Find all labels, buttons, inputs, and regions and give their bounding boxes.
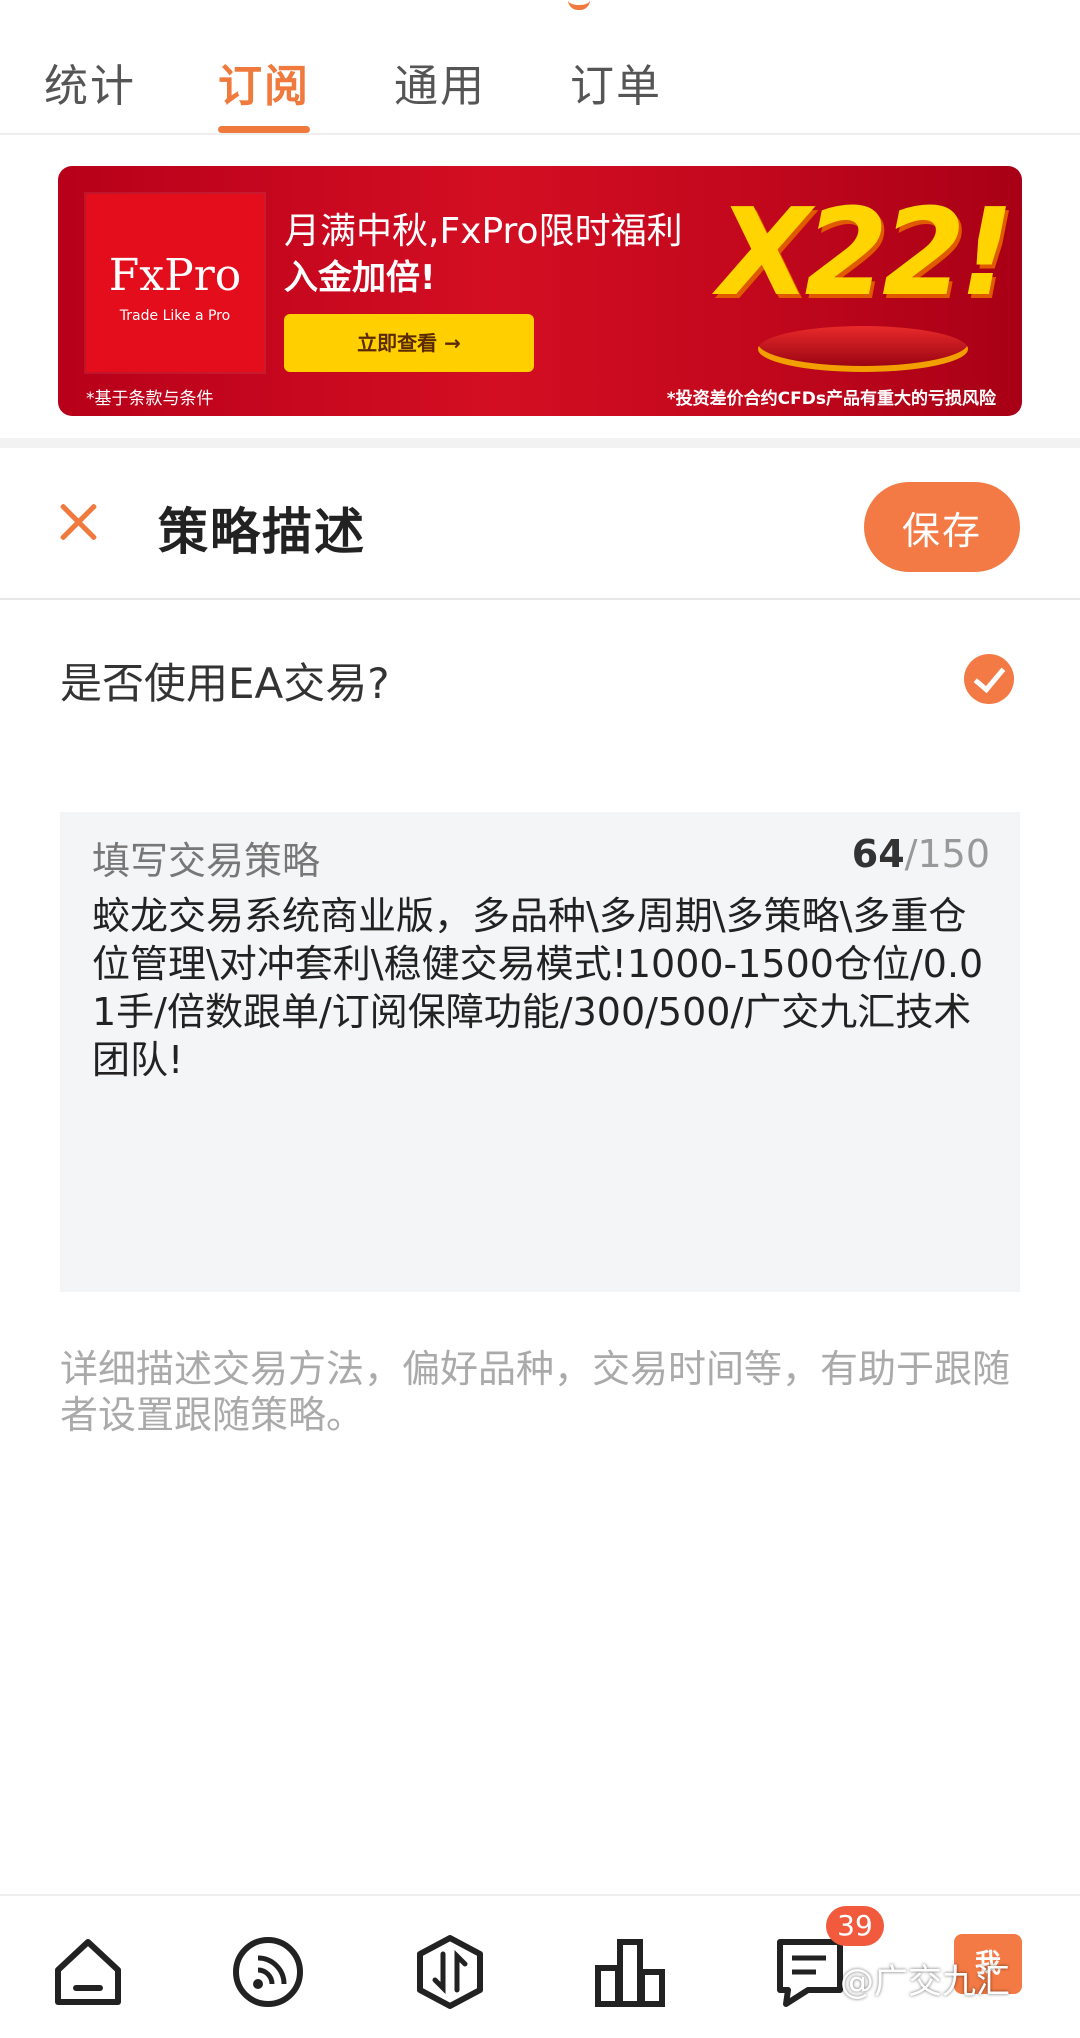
active-tab-indicator [218,126,310,133]
top-tab-bar: 统计 订阅 通用 订单 [0,0,1080,135]
bar-chart-icon [595,1939,665,2007]
tab-general[interactable]: 通用 [394,50,486,114]
editor-header: 策略描述 保存 [0,448,1080,600]
strategy-hint: 详细描述交易方法，偏好品种，交易时间等，有助于跟随者设置跟随策略。 [60,1347,1011,1437]
close-icon[interactable] [58,502,98,542]
ea-question-label: 是否使用EA交易? [60,659,390,708]
banner-pedestal-graphic [758,326,968,372]
save-button[interactable]: 保存 [864,482,1020,572]
char-count-max: /150 [904,832,990,876]
banner-risk-notice: *投资差价合约CFDs产品有重大的亏损风险 [666,389,996,409]
section-divider [0,438,1080,448]
promo-banner[interactable]: FxPro Trade Like a Pro 月满中秋,FxPro限时福利 入金… [58,166,1022,416]
nav-home-icon[interactable] [48,1932,128,2012]
banner-promo-graphic: X22! [718,184,1014,323]
banner-cta-button[interactable]: 立即查看 → [284,314,534,372]
page-title: 策略描述 [158,503,366,561]
banner-subheadline: 入金加倍! [284,258,436,298]
fxpro-logo: FxPro Trade Like a Pro [86,194,264,372]
tab-subscription[interactable]: 订阅 [218,50,310,114]
tab-statistics[interactable]: 统计 [44,50,136,114]
brand-tagline: Trade Like a Pro [119,308,231,324]
watermark: @广交九汇 [840,1962,1010,2002]
ea-checkbox-check-icon[interactable] [964,654,1014,704]
strategy-textarea[interactable]: 填写交易策略 64/150 蛟龙交易系统商业版，多品种\多周期\多策略\多重仓位… [60,812,1020,1292]
banner-terms: *基于条款与条件 [86,389,214,409]
brand-name: FxPro [108,250,242,301]
message-count-badge: 39 [826,1906,884,1946]
nav-feed-icon[interactable] [228,1932,308,2012]
strategy-field-label: 填写交易策略 [92,839,321,883]
feed-icon [233,1937,303,2007]
nav-chart-icon[interactable] [590,1932,670,2012]
strategy-text-value[interactable]: 蛟龙交易系统商业版，多品种\多周期\多策略\多重仓位管理\对冲套利\稳健交易模式… [92,892,992,1084]
trade-icon [417,1935,483,2009]
char-counter: 64/150 [852,832,990,876]
home-icon [55,1939,121,2005]
banner-headline: 月满中秋,FxPro限时福利 [284,211,683,252]
nav-trade-icon[interactable] [410,1932,490,2012]
tab-orders[interactable]: 订单 [570,50,662,114]
char-count-current: 64 [851,832,905,876]
